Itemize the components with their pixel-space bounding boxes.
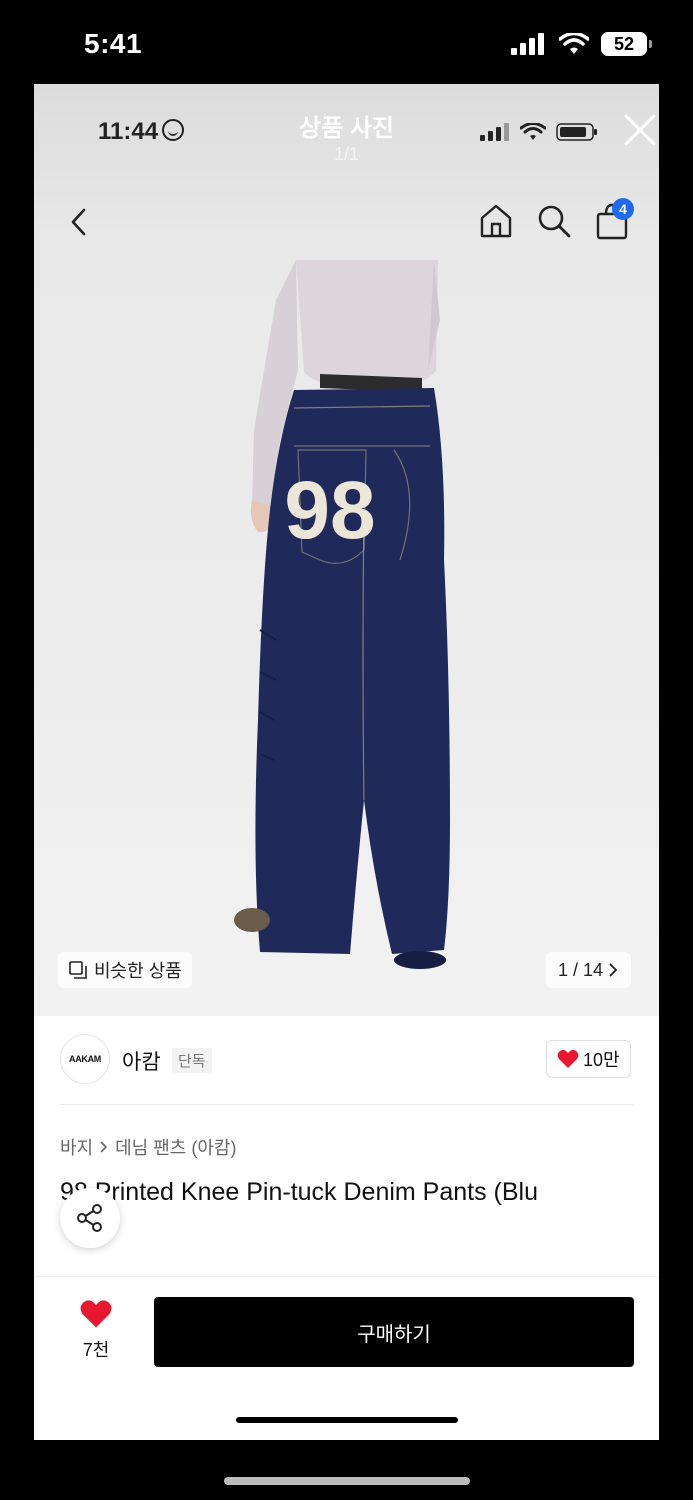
brand-name[interactable]: 아캄: [122, 1046, 161, 1076]
wishlist-count: 7천: [82, 1340, 110, 1360]
similar-products-button[interactable]: 비슷한 상품: [58, 952, 192, 988]
section-divider: [60, 1104, 634, 1105]
close-viewer-icon[interactable]: [622, 112, 658, 148]
viewer-count: 1/1: [333, 144, 360, 164]
exclusive-tag: 단독: [172, 1048, 212, 1073]
outer-status-icons: 52: [511, 32, 652, 56]
product-photo-viewer[interactable]: 11:44 상품 사진 1/1 4 98 비슷한 상품 1 / 14: [34, 84, 659, 1016]
outer-status-bar: 5:41 52: [0, 0, 693, 84]
brand-row: AAKAM 아캄 단독 10만: [34, 1016, 659, 1104]
brand-logo[interactable]: AAKAM: [60, 1034, 110, 1084]
chevron-right-icon: [609, 963, 618, 977]
image-pager-text: 1 / 14: [558, 959, 604, 980]
similar-products-label: 비슷한 상품: [94, 961, 182, 981]
breadcrumb: 바지 데님 팬츠 (아캄): [60, 1134, 236, 1160]
home-icon[interactable]: [478, 202, 514, 240]
cellular-signal-icon: [511, 33, 544, 55]
home-indicator[interactable]: [224, 1477, 470, 1485]
outer-clock: 5:41: [84, 28, 143, 59]
back-arrow-icon[interactable]: [64, 204, 94, 240]
share-icon: [77, 1204, 102, 1232]
purchase-bar: 7천 구매하기: [34, 1276, 659, 1440]
breadcrumb-subcategory[interactable]: 데님 팬츠 (아캄): [115, 1134, 236, 1160]
product-nav-bar: 4: [34, 196, 659, 248]
inner-wifi-icon: [520, 123, 546, 140]
share-button[interactable]: [60, 1188, 120, 1248]
inner-status-bar: 11:44 상품 사진 1/1: [34, 84, 659, 174]
battery-icon: 52: [601, 32, 652, 56]
inner-status-icons: [480, 122, 598, 142]
image-pager[interactable]: 1 / 14: [546, 952, 632, 988]
product-image: 98: [234, 260, 450, 969]
inner-cellular-icon: [480, 123, 509, 141]
brand-like-button[interactable]: 10만: [546, 1040, 631, 1078]
inner-battery-icon: [556, 123, 597, 141]
heart-icon: [557, 1049, 579, 1068]
breadcrumb-category[interactable]: 바지: [60, 1134, 93, 1160]
product-title: 98 Printed Knee Pin-tuck Denim Pants (Bl…: [60, 1178, 539, 1206]
product-screen: 11:44 상품 사진 1/1 4 98 비슷한 상품 1 / 14 AAKAM…: [34, 84, 659, 1440]
buy-button[interactable]: 구매하기: [154, 1297, 634, 1367]
wishlist-button[interactable]: 7천: [72, 1299, 120, 1362]
search-icon[interactable]: [536, 202, 572, 240]
cart-count-badge: 4: [612, 198, 634, 220]
inner-home-indicator: [236, 1417, 458, 1423]
breadcrumb-chevron-icon: [100, 1141, 108, 1153]
wishlist-heart-icon: [80, 1300, 112, 1328]
wifi-icon: [559, 33, 589, 54]
pocket-print: 98: [284, 465, 375, 556]
brand-like-count: 10만: [583, 1050, 620, 1070]
similar-items-icon: [69, 961, 87, 979]
